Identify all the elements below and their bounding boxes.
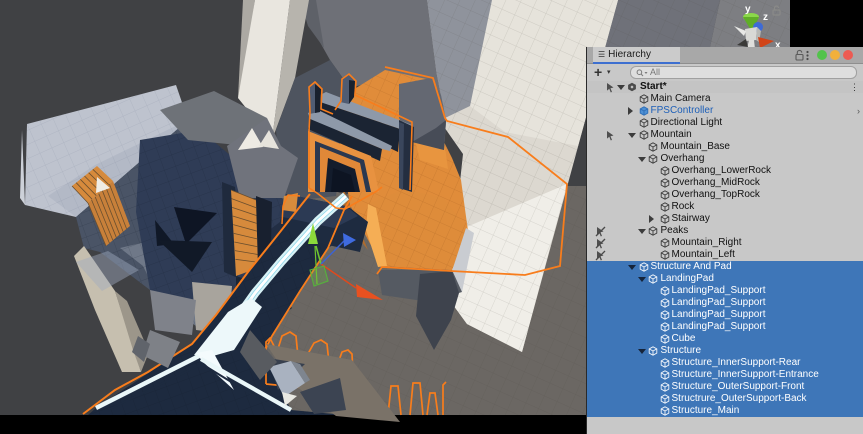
svg-text:y: y xyxy=(745,4,751,15)
svg-text:z: z xyxy=(763,12,768,23)
